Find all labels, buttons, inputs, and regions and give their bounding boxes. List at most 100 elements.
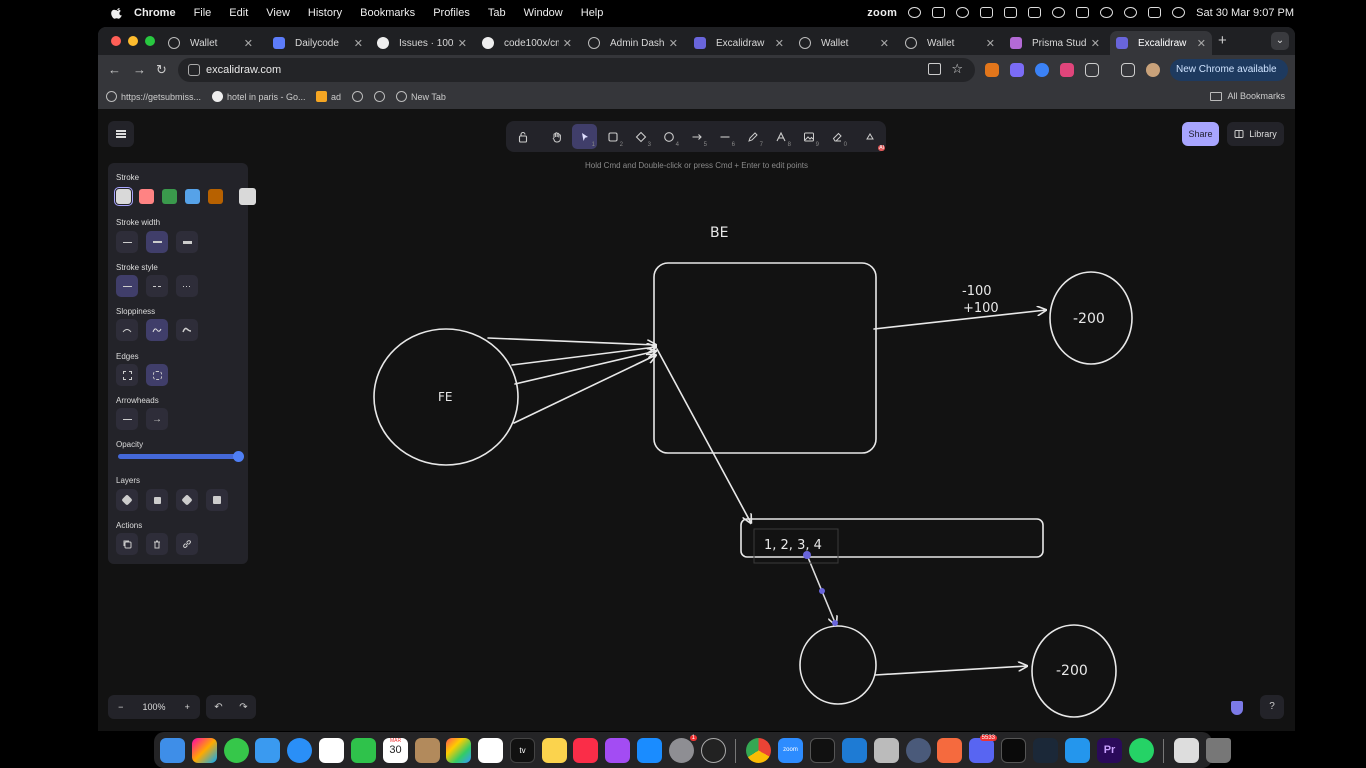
terminal-icon[interactable] (810, 738, 835, 763)
be-to-account-arrow[interactable] (873, 310, 1046, 330)
menu-bookmarks[interactable]: Bookmarks (360, 7, 415, 19)
spotlight-search-icon[interactable] (1124, 7, 1138, 18)
preview-icon[interactable] (874, 738, 899, 763)
tool-diamond[interactable]: 3 (628, 124, 653, 149)
close-tab-icon[interactable]: ✕ (1091, 37, 1100, 50)
arrow-end-handle[interactable] (832, 620, 838, 626)
address-bar[interactable]: excalidraw.com ☆ (178, 58, 975, 82)
close-tab-icon[interactable]: ✕ (1197, 37, 1206, 50)
stroke-style-solid[interactable] (116, 275, 138, 297)
stroke-width-bold[interactable] (146, 231, 168, 253)
minus-200-top-label[interactable]: -200 (1073, 311, 1105, 327)
send-backward-button[interactable] (146, 489, 168, 511)
tab-prisma-studio[interactable]: Prisma Studio ✕ (1004, 31, 1106, 55)
minimize-window-button[interactable] (128, 36, 138, 46)
opacity-slider-knob[interactable] (233, 451, 244, 462)
library-button[interactable]: Library (1227, 122, 1284, 146)
fe-to-be-arrow-1[interactable] (487, 337, 656, 345)
menu-help[interactable]: Help (581, 7, 604, 19)
close-tab-icon[interactable]: ✕ (669, 37, 678, 50)
reminders-icon[interactable] (478, 738, 503, 763)
tab-issues[interactable]: Issues · 100x ✕ (371, 31, 473, 55)
tab-wallet-2[interactable]: Wallet ✕ (793, 31, 895, 55)
finder-icon[interactable] (160, 738, 185, 763)
edges-sharp[interactable] (116, 364, 138, 386)
tool-rectangle[interactable]: 2 (600, 124, 625, 149)
duplicate-button[interactable] (116, 533, 138, 555)
tab-excalidraw-1[interactable]: Excalidraw ✕ (688, 31, 790, 55)
close-tab-icon[interactable]: ✕ (775, 37, 784, 50)
stroke-width-extra-bold[interactable] (176, 231, 198, 253)
menu-tab[interactable]: Tab (488, 7, 506, 19)
zoom-status-label[interactable]: zoom (867, 7, 897, 19)
stroke-color-orange[interactable] (208, 189, 223, 204)
bookmark-getsubmiss[interactable]: https://getsubmiss... (106, 91, 201, 102)
iterm-icon[interactable] (1001, 738, 1026, 763)
close-tab-icon[interactable]: ✕ (354, 37, 363, 50)
bring-forward-button[interactable] (176, 489, 198, 511)
chrome-icon[interactable] (746, 738, 771, 763)
forward-button[interactable]: → (133, 62, 146, 77)
arrowhead-end-arrow[interactable]: → (146, 408, 168, 430)
close-tab-icon[interactable]: ✕ (986, 37, 995, 50)
activity-monitor-icon[interactable] (701, 738, 726, 763)
sloppiness-cartoonist[interactable] (176, 319, 198, 341)
back-button[interactable]: ← (108, 62, 121, 77)
tab-wallet-3[interactable]: Wallet ✕ (899, 31, 1001, 55)
extensions-puzzle-icon[interactable] (1085, 63, 1099, 77)
menu-file[interactable]: File (194, 7, 212, 19)
bring-to-front-button[interactable] (206, 489, 228, 511)
vscode-icon[interactable] (842, 738, 867, 763)
minus-100-label[interactable]: -100 (962, 284, 992, 299)
plus-100-label[interactable]: +100 (963, 301, 999, 316)
bookmark-new-tab[interactable]: New Tab (396, 91, 446, 102)
minus-200-bottom-label[interactable]: -200 (1056, 663, 1088, 679)
link-button[interactable] (176, 533, 198, 555)
share-button[interactable]: Share (1182, 122, 1219, 146)
wifi-icon[interactable] (1100, 7, 1114, 18)
tool-lock[interactable] (510, 124, 535, 149)
menubar-clock[interactable]: Sat 30 Mar 9:07 PM (1196, 7, 1294, 19)
grid-icon[interactable] (956, 7, 970, 18)
bookmark-globe-1[interactable] (352, 91, 363, 102)
siri-icon[interactable] (1172, 7, 1186, 18)
photos-icon[interactable] (446, 738, 471, 763)
worker-to-account-arrow[interactable] (874, 666, 1027, 676)
menu-history[interactable]: History (308, 7, 342, 19)
zoom-in-button[interactable]: + (174, 702, 200, 712)
maps-icon[interactable] (319, 738, 344, 763)
bookmark-hotel-in-paris[interactable]: hotel in paris - Go... (212, 91, 306, 102)
tool-draw[interactable]: 7 (740, 124, 765, 149)
stroke-style-dotted[interactable] (176, 275, 198, 297)
bookmark-star-icon[interactable]: ☆ (951, 61, 963, 77)
tool-image[interactable]: 9 (796, 124, 821, 149)
close-tab-icon[interactable]: ✕ (880, 37, 889, 50)
list-label[interactable]: 1, 2, 3, 4 (764, 538, 822, 553)
close-window-button[interactable] (111, 36, 121, 46)
apple-tv-icon[interactable]: tv (510, 738, 535, 763)
mc-extension-icon[interactable] (1060, 63, 1074, 77)
drawing-layer[interactable]: BE FE -100 +100 -200 1, 2, 3, 4 -200 (98, 109, 1295, 731)
address-bar-url[interactable]: excalidraw.com (206, 64, 281, 76)
edges-round[interactable] (146, 364, 168, 386)
main-menu-button[interactable] (108, 121, 134, 147)
side-panel-icon[interactable] (1121, 63, 1135, 77)
metamask-extension-icon[interactable] (985, 63, 999, 77)
safari-icon[interactable] (287, 738, 312, 763)
zoom-app-icon[interactable]: zoom (778, 738, 803, 763)
tab-dailycode[interactable]: Dailycode ✕ (267, 31, 369, 55)
tool-hand[interactable] (544, 124, 569, 149)
podcasts-icon[interactable] (605, 738, 630, 763)
arrow-midpoint-handle[interactable] (819, 588, 825, 594)
menu-app-name[interactable]: Chrome (134, 7, 176, 19)
tab-search-button[interactable]: ⌄ (1271, 32, 1289, 50)
music-icon[interactable] (573, 738, 598, 763)
tool-text[interactable]: 8 (768, 124, 793, 149)
close-tab-icon[interactable]: ✕ (244, 37, 253, 50)
stroke-style-dashed[interactable] (146, 275, 168, 297)
be-label[interactable]: BE (710, 225, 728, 241)
trash-icon[interactable] (1206, 738, 1231, 763)
menu-edit[interactable]: Edit (229, 7, 248, 19)
tool-ellipse[interactable]: 4 (656, 124, 681, 149)
fe-to-be-arrow-4[interactable] (513, 355, 656, 424)
